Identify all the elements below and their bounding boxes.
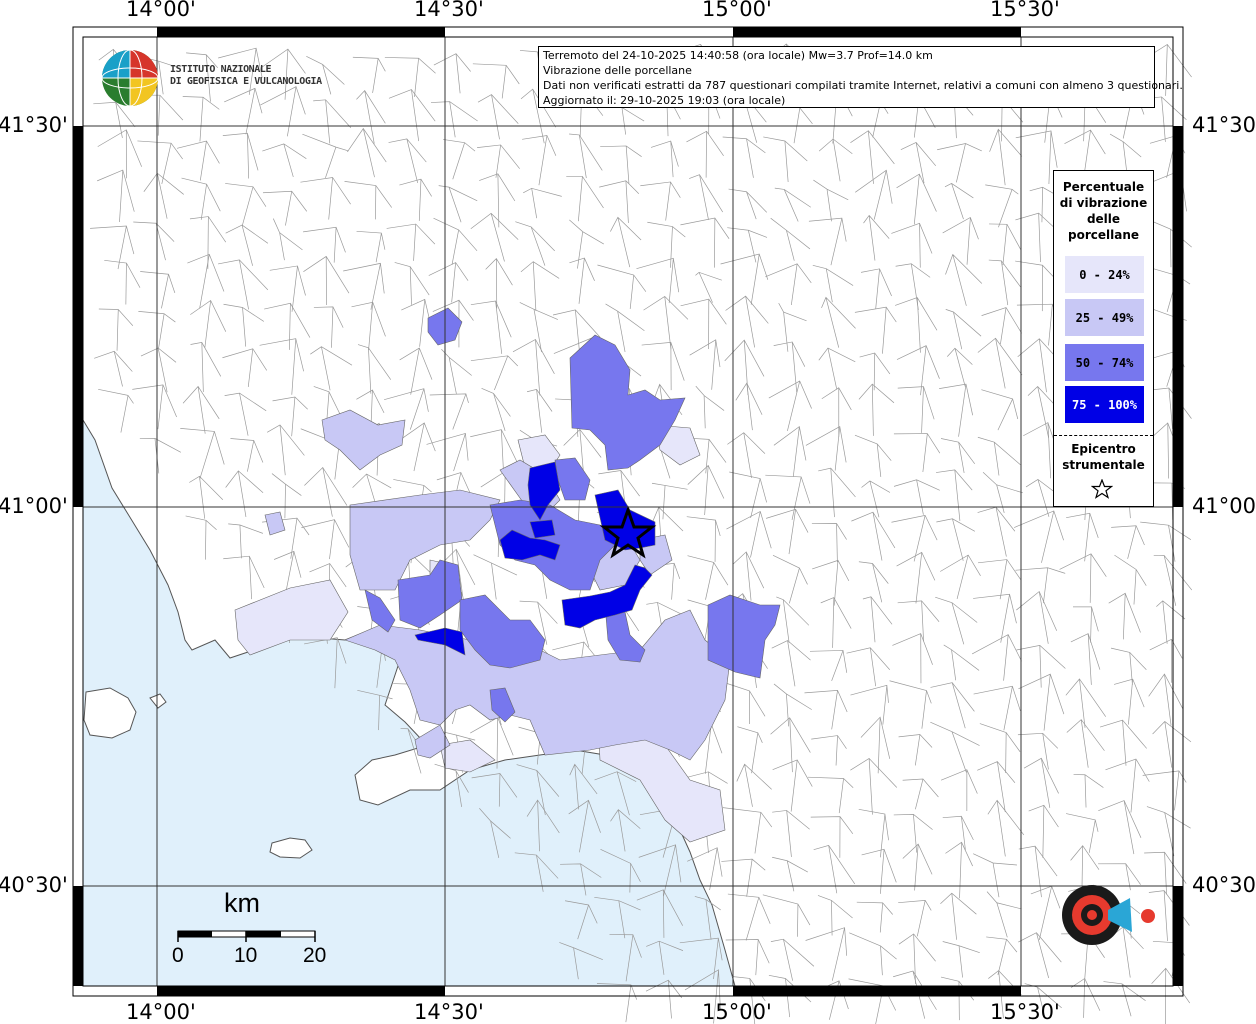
- left-lat-label: 40°30': [0, 873, 68, 897]
- bottom-lon-label: 14°30': [414, 1000, 484, 1024]
- event-info-line: Vibrazione delle porcellane: [543, 64, 692, 77]
- boundary-line: [1103, 981, 1146, 1017]
- top-lon-label: 15°30': [990, 0, 1060, 21]
- scale-tick-label: 10: [234, 944, 258, 967]
- right-lat-label: 41°00': [1192, 494, 1256, 518]
- bottom-lon-label: 15°00': [702, 1000, 772, 1024]
- top-lon-label: 14°30': [414, 0, 484, 21]
- scale-tick-label: 20: [303, 944, 327, 967]
- right-lat-label: 40°30': [1192, 873, 1256, 897]
- right-lat-label: 41°30': [1192, 113, 1256, 137]
- left-lat-label: 41°30': [0, 113, 68, 137]
- legend-epicenter-label: Epicentro strumentale: [1062, 442, 1145, 472]
- legend-class-25-49: 25 - 49%: [1065, 299, 1144, 336]
- event-info-line: Dati non verificati estratti da 787 ques…: [543, 79, 1183, 92]
- ingv-logo-icon: [101, 49, 159, 107]
- scale-tick-label: 0: [172, 944, 184, 967]
- scale-title: km: [224, 888, 260, 918]
- legend-class-75-100: 75 - 100%: [1065, 386, 1144, 423]
- boundary-line: [596, 983, 638, 1023]
- legend-class-50-74: 50 - 74%: [1065, 344, 1144, 381]
- legend-divider: [1054, 435, 1153, 436]
- intensity-map: [72, 26, 1193, 1024]
- bottom-lon-label: 14°00': [126, 1000, 196, 1024]
- legend: Percentuale di vibrazione delle porcella…: [1053, 170, 1154, 507]
- event-info-box: Terremoto del 24-10-2025 14:40:58 (ora l…: [538, 46, 1183, 108]
- top-lon-label: 14°00': [126, 0, 196, 21]
- legend-title: Percentuale di vibrazione delle porcella…: [1059, 180, 1148, 242]
- left-lat-label: 41°00': [0, 494, 68, 518]
- event-info-line: Aggiornato il: 29-10-2025 19:03 (ora loc…: [543, 94, 786, 107]
- star-icon: [1091, 479, 1113, 499]
- legend-class-0-24: 0 - 24%: [1065, 256, 1144, 293]
- event-info-line: Terremoto del 24-10-2025 14:40:58 (ora l…: [543, 49, 933, 62]
- bottom-lon-label: 15°30': [990, 1000, 1060, 1024]
- institute-name: ISTITUTO NAZIONALE DI GEOFISICA E VULCAN…: [170, 64, 322, 87]
- top-lon-label: 15°00': [702, 0, 772, 21]
